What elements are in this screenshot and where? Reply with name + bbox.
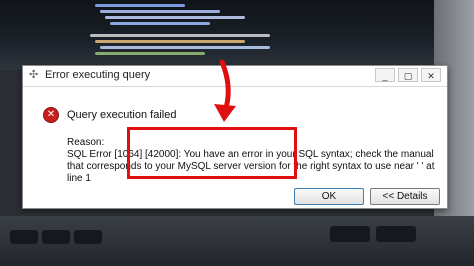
background-code-screen	[0, 0, 474, 70]
minimize-button[interactable]: _	[375, 68, 395, 82]
restore-button[interactable]: ▢	[398, 68, 418, 82]
sparkle-icon: ✣	[29, 69, 39, 81]
dialog-titlebar: ✣ Error executing query _ ▢ ✕	[23, 66, 447, 87]
close-button[interactable]: ✕	[421, 68, 441, 82]
dialog-title: Error executing query	[45, 69, 151, 81]
details-button[interactable]: << Details	[370, 188, 440, 205]
background-keyboard	[0, 216, 474, 266]
ok-button[interactable]: OK	[294, 188, 364, 205]
error-heading: Query execution failed	[67, 109, 177, 121]
reason-label: Reason:	[67, 137, 105, 148]
error-circle-icon: ✕	[43, 107, 59, 123]
highlight-box	[127, 127, 297, 179]
